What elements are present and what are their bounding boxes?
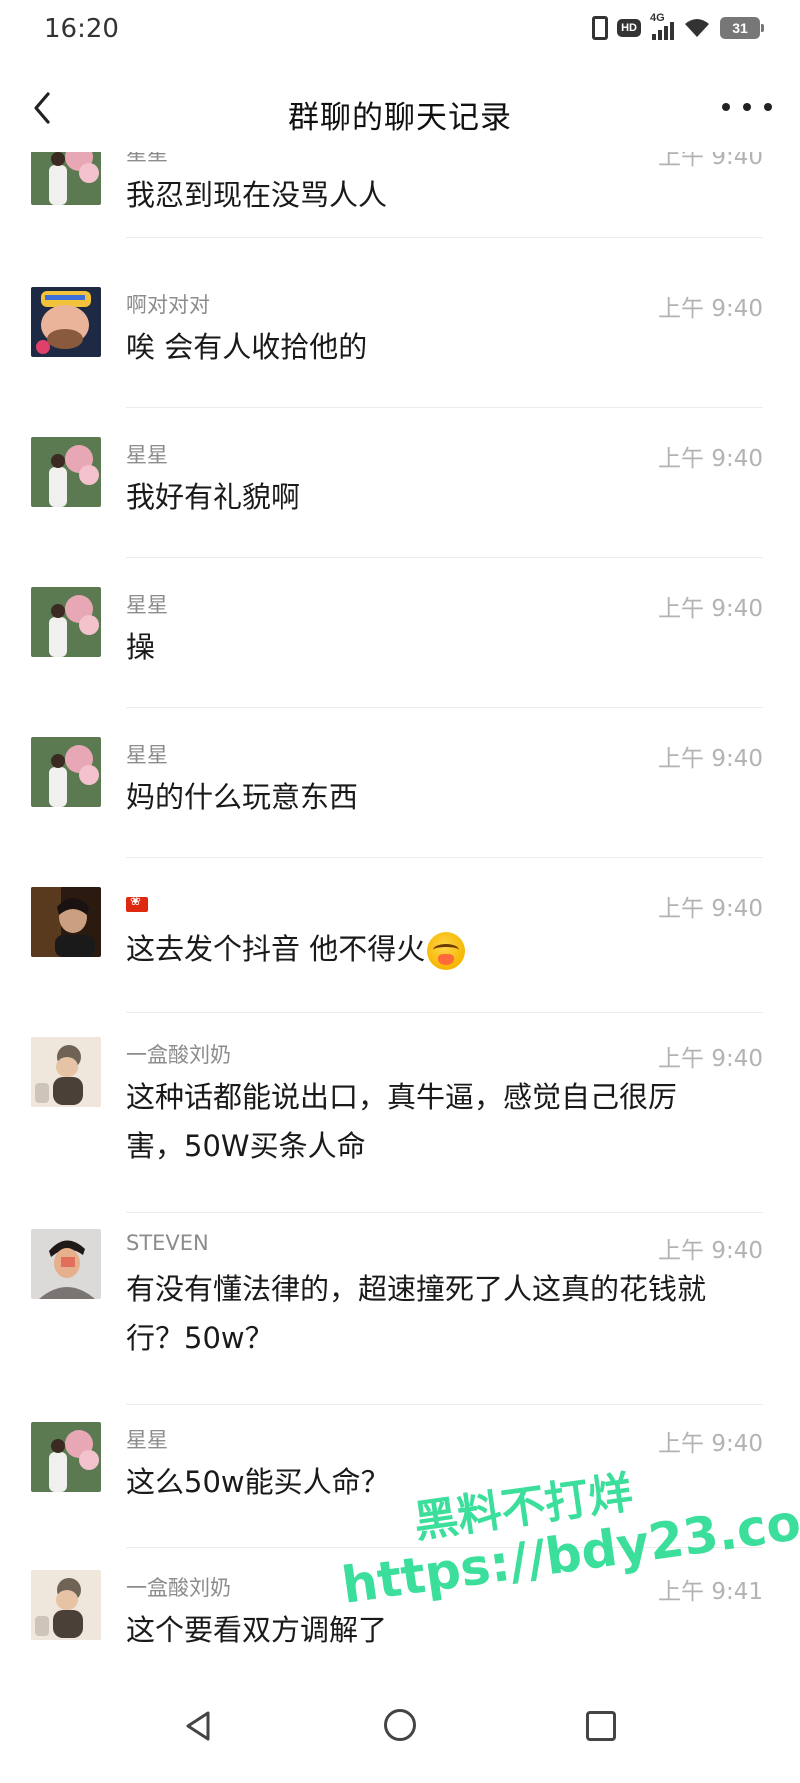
divider [126, 1547, 763, 1548]
divider [126, 707, 763, 708]
cellular-signal-icon: 4G [650, 12, 674, 40]
divider [126, 1404, 763, 1405]
divider [126, 557, 763, 558]
list-item[interactable]: 星星 上午 9:40 这么50w能买人命？ [0, 1422, 800, 1557]
sender-name: 星星 [126, 1428, 168, 1452]
message-time: 上午 9:40 [658, 152, 763, 170]
sender-name: 一盒酸刘奶 [126, 1043, 231, 1067]
list-item[interactable]: 一盒酸刘奶 上午 9:41 这个要看双方调解了 [0, 1570, 800, 1652]
message-time: 上午 9:40 [658, 596, 763, 622]
message-time: 上午 9:40 [658, 446, 763, 472]
more-button[interactable] [722, 96, 772, 118]
divider [126, 237, 763, 238]
hd-icon: HD [617, 19, 641, 37]
list-item[interactable]: 星星 上午 9:40 妈的什么玩意东西 [0, 737, 800, 867]
list-item[interactable]: 一盒酸刘奶 上午 9:40 这种话都能说出口，真牛逼，感觉自己很厉害，50W买条… [0, 1037, 800, 1227]
chat-history-list[interactable]: 星星 上午 9:40 我忍到现在没骂人人 啊对对对 上午 9:40 唉 会有人收… [0, 152, 800, 1652]
avatar[interactable] [31, 587, 101, 657]
avatar[interactable] [31, 1037, 101, 1107]
divider [126, 857, 763, 858]
hong-kong-flag-icon [126, 894, 148, 912]
message-text: 有没有懂法律的，超速撞死了人这真的花钱就行？50w？ [126, 1272, 707, 1355]
avatar[interactable] [31, 1570, 101, 1640]
message-text: 我好有礼貌啊 [126, 480, 301, 514]
message-time: 上午 9:40 [658, 296, 763, 322]
sender-name: 一盒酸刘奶 [126, 1576, 231, 1600]
list-item[interactable]: STEVEN 上午 9:40 有没有懂法律的，超速撞死了人这真的花钱就行？50w… [0, 1229, 800, 1419]
message-text: 这去发个抖音 他不得火 [126, 925, 766, 974]
sender-name: 星星 [126, 152, 168, 165]
sender-name: 星星 [126, 593, 168, 617]
page-title: 群聊的聊天记录 [288, 100, 512, 136]
avatar[interactable] [31, 737, 101, 807]
list-item[interactable]: 上午 9:40 这去发个抖音 他不得火 [0, 887, 800, 1022]
more-dots-icon [722, 103, 730, 111]
message-time: 上午 9:40 [658, 1431, 763, 1457]
status-time: 16:20 [44, 14, 119, 44]
message-text: 唉 会有人收拾他的 [126, 330, 368, 364]
wifi-icon [685, 19, 709, 37]
list-item[interactable]: 星星 上午 9:40 操 [0, 587, 800, 717]
network-type: 4G [650, 12, 665, 24]
hot-face-emoji-icon [427, 932, 466, 970]
nav-back-icon[interactable] [182, 1709, 216, 1743]
message-text: 这个要看双方调解了 [126, 1613, 388, 1647]
status-bar: 16:20 HD 4G 31 [0, 0, 800, 62]
avatar[interactable] [31, 1422, 101, 1492]
message-time: 上午 9:41 [658, 1579, 763, 1605]
avatar[interactable] [31, 887, 101, 957]
vibrate-icon [592, 16, 609, 40]
chat-header: 群聊的聊天记录 [0, 62, 800, 162]
message-text: 操 [126, 630, 156, 664]
avatar[interactable] [31, 1229, 101, 1299]
message-time: 上午 9:40 [658, 896, 763, 922]
avatar[interactable] [31, 287, 101, 357]
sender-name: 星星 [126, 443, 168, 467]
sender-name: 星星 [126, 743, 168, 767]
message-text-body: 这去发个抖音 他不得火 [126, 932, 426, 966]
avatar[interactable] [31, 437, 101, 507]
message-text: 我忍到现在没骂人人 [126, 178, 388, 212]
message-time: 上午 9:40 [658, 1238, 763, 1264]
message-time: 上午 9:40 [658, 746, 763, 772]
divider [126, 1012, 763, 1013]
message-text: 妈的什么玩意东西 [126, 780, 359, 814]
sender-name [126, 891, 148, 915]
system-navigation-bar [0, 1695, 800, 1783]
sender-name: STEVEN [126, 1231, 209, 1255]
sender-name: 啊对对对 [126, 293, 210, 317]
message-time: 上午 9:40 [658, 1046, 763, 1072]
divider [126, 407, 763, 408]
list-item[interactable]: 星星 上午 9:40 我好有礼貌啊 [0, 437, 800, 567]
list-item[interactable]: 啊对对对 上午 9:40 唉 会有人收拾他的 [0, 287, 800, 417]
status-icons: HD 4G 31 [592, 12, 764, 40]
nav-home-icon[interactable] [384, 1709, 416, 1741]
list-item[interactable]: 星星 上午 9:40 我忍到现在没骂人人 [0, 152, 800, 245]
avatar[interactable] [31, 152, 101, 205]
nav-recents-icon[interactable] [586, 1711, 616, 1741]
message-text: 这种话都能说出口，真牛逼，感觉自己很厉害，50W买条人命 [126, 1080, 678, 1163]
battery-icon: 31 [720, 17, 764, 39]
divider [126, 1212, 763, 1213]
message-text: 这么50w能买人命？ [126, 1465, 390, 1499]
